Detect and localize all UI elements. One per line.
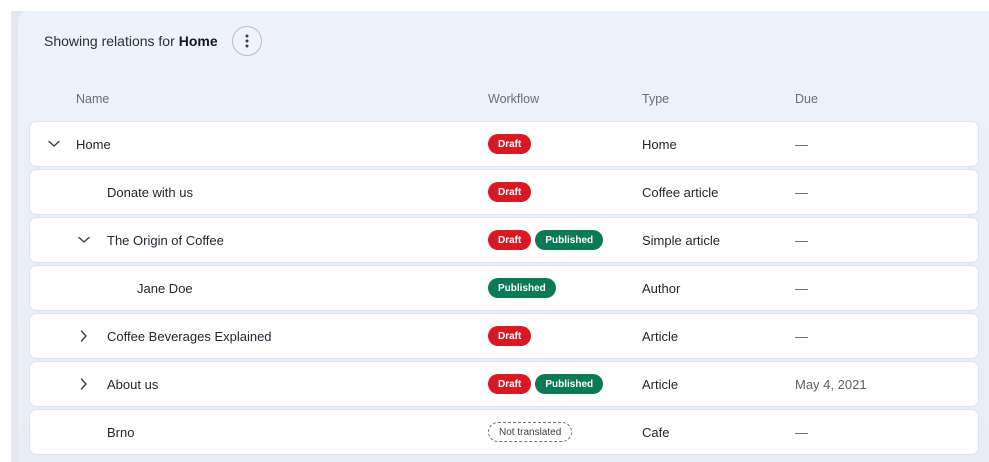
chevron-right-icon <box>80 330 87 342</box>
more-actions-button[interactable] <box>231 26 262 56</box>
table-row[interactable]: About us Draft Published Article May 4, 2021 <box>30 362 978 406</box>
expand-toggle-button[interactable] <box>76 362 92 406</box>
showing-label: Showing relations for <box>44 33 175 49</box>
expand-toggle-button[interactable] <box>46 122 62 166</box>
workflow-cell: Draft <box>488 314 535 358</box>
due-cell: — <box>795 232 808 248</box>
type-cell: Home <box>642 136 677 152</box>
type-cell: Article <box>642 376 679 392</box>
chevron-right-icon <box>80 378 87 390</box>
workflow-cell: Draft Published <box>488 218 607 262</box>
due-cell: — <box>795 184 808 200</box>
current-item-name: Home <box>178 33 218 49</box>
due-cell: — <box>795 280 808 296</box>
row-name[interactable]: Home <box>76 122 111 166</box>
table-row[interactable]: Home Draft Home — <box>30 122 978 166</box>
column-header-workflow[interactable]: Workflow <box>488 92 539 106</box>
row-name[interactable]: Jane Doe <box>137 266 193 310</box>
type-cell: Article <box>642 328 679 344</box>
column-header-type[interactable]: Type <box>642 92 669 106</box>
row-name[interactable]: Coffee Beverages Explained <box>107 314 272 358</box>
column-header-name[interactable]: Name <box>76 92 109 106</box>
workflow-cell: Published <box>488 266 560 310</box>
expand-toggle-button[interactable] <box>76 218 92 262</box>
row-name[interactable]: Brno <box>107 410 134 454</box>
workflow-cell: Draft <box>488 170 535 214</box>
row-name[interactable]: About us <box>107 362 158 406</box>
draft-badge: Draft <box>488 182 532 202</box>
workflow-cell: Draft Published <box>488 362 607 406</box>
published-badge: Published <box>488 278 556 298</box>
workflow-cell: Draft <box>488 122 535 166</box>
table-row[interactable]: Jane Doe Published Author — <box>30 266 978 310</box>
draft-badge: Draft <box>488 326 532 346</box>
row-name[interactable]: Donate with us <box>107 170 193 214</box>
more-vertical-icon <box>245 34 249 48</box>
type-cell: Coffee article <box>642 184 719 200</box>
draft-badge: Draft <box>488 374 532 394</box>
not-translated-badge: Not translated <box>488 422 573 442</box>
type-cell: Author <box>642 280 681 296</box>
table-row[interactable]: Coffee Beverages Explained Draft Article — <box>30 314 978 358</box>
relations-header: Showing relations for Home <box>44 26 262 56</box>
table-row[interactable]: The Origin of Coffee Draft Published Simple… <box>30 218 978 262</box>
published-badge: Published <box>535 374 604 394</box>
due-cell: — <box>795 424 808 440</box>
type-cell: Simple article <box>642 232 721 248</box>
draft-badge: Draft <box>488 230 532 250</box>
chevron-down-icon <box>48 140 60 147</box>
table-row[interactable]: Brno Not translated Cafe — <box>30 410 978 454</box>
draft-badge: Draft <box>488 134 532 154</box>
column-header-due[interactable]: Due <box>795 92 818 106</box>
published-badge: Published <box>535 230 604 250</box>
due-cell: May 4, 2021 <box>795 376 867 392</box>
due-cell: — <box>795 136 808 152</box>
due-cell: — <box>795 328 808 344</box>
table-row[interactable]: Donate with us Draft Coffee article — <box>30 170 978 214</box>
expand-toggle-button[interactable] <box>76 314 92 358</box>
workflow-cell: Not translated <box>488 410 576 454</box>
chevron-down-icon <box>78 236 90 243</box>
type-cell: Cafe <box>642 424 670 440</box>
row-name[interactable]: The Origin of Coffee <box>107 218 224 262</box>
